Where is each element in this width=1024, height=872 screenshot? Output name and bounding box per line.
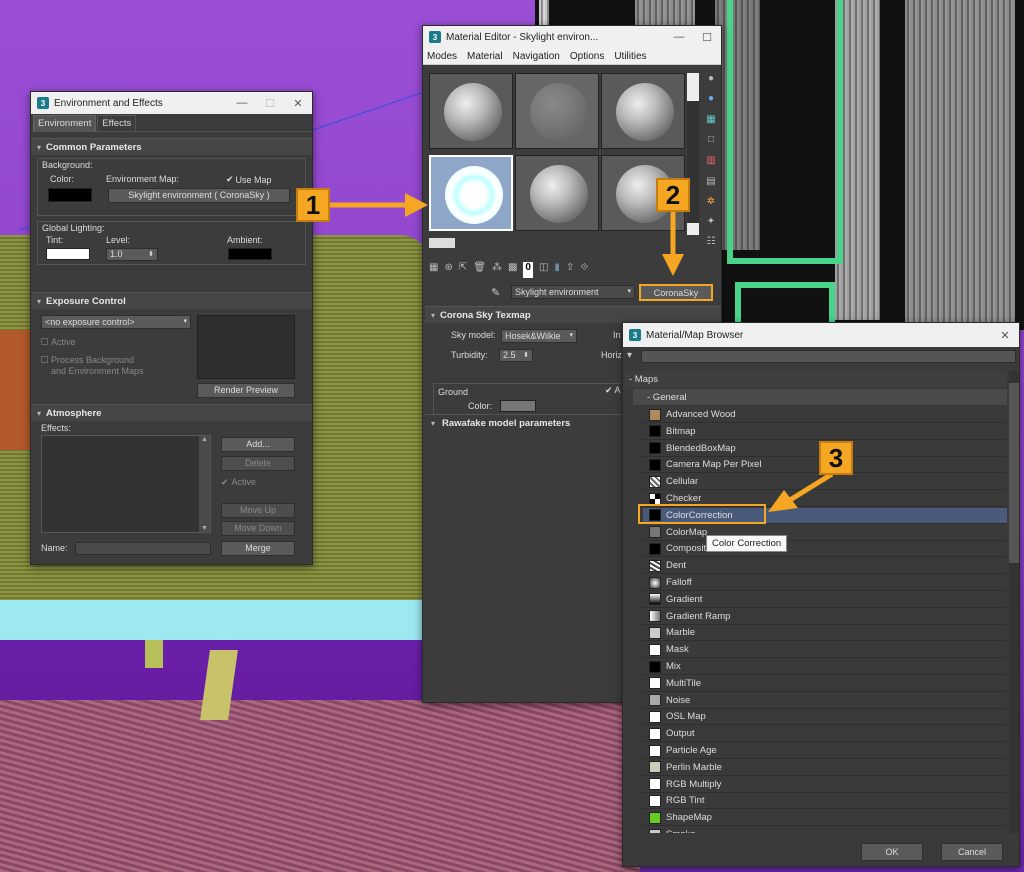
callout-arrows: [330, 193, 834, 512]
callout-2: 2: [656, 178, 690, 212]
callout-3: 3: [819, 441, 853, 475]
callout-1: 1: [296, 188, 330, 222]
